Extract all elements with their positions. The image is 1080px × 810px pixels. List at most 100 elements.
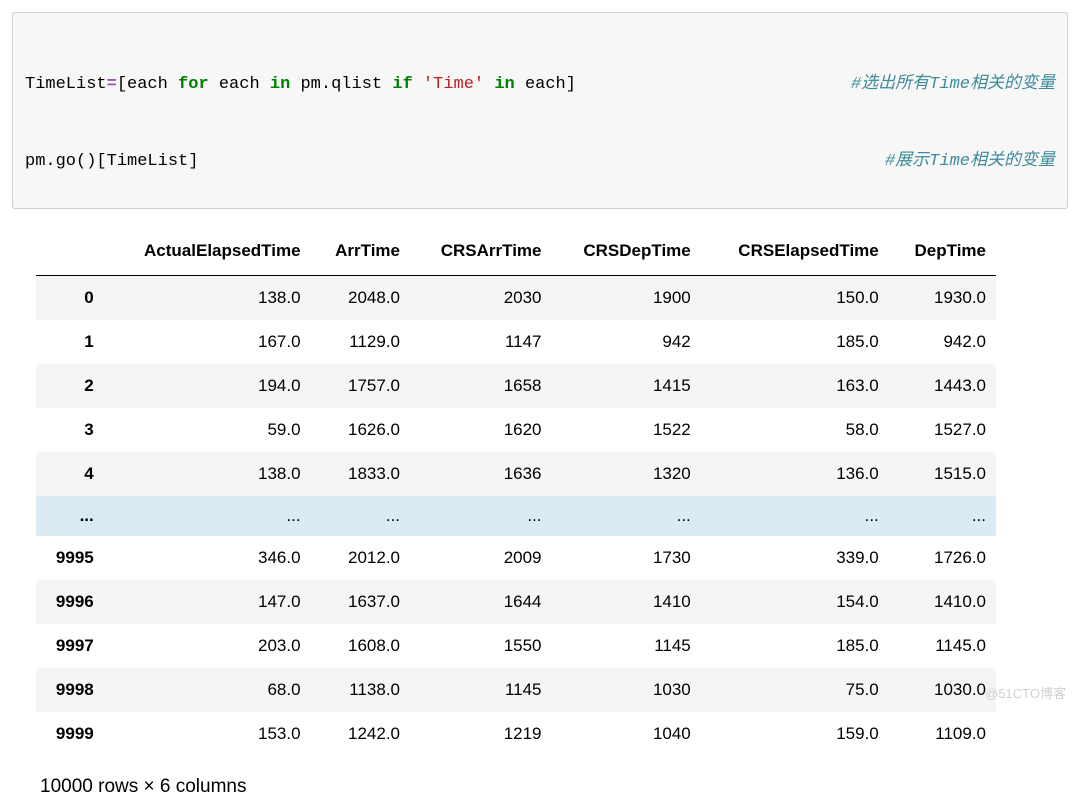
row-index: 0 — [36, 275, 104, 320]
cell: 163.0 — [701, 364, 889, 408]
code-line-1-comment: #选出所有Time相关的变量 — [851, 72, 1055, 98]
column-header: CRSElapsedTime — [701, 229, 889, 276]
table-row: 1167.01129.01147942185.0942.0 — [36, 320, 996, 364]
cell: 1410.0 — [889, 580, 996, 624]
cell: 1930.0 — [889, 275, 996, 320]
table-row: 9999153.01242.012191040159.01109.0 — [36, 712, 996, 756]
row-index: 2 — [36, 364, 104, 408]
row-index: 3 — [36, 408, 104, 452]
row-index: 4 — [36, 452, 104, 496]
cell: 1145 — [552, 624, 701, 668]
row-index: 9995 — [36, 536, 104, 580]
dataframe-body: 0138.02048.020301900150.01930.01167.0112… — [36, 275, 996, 756]
row-index: 9997 — [36, 624, 104, 668]
cell: 1515.0 — [889, 452, 996, 496]
cell: 2012.0 — [311, 536, 410, 580]
cell: 1443.0 — [889, 364, 996, 408]
column-header: DepTime — [889, 229, 996, 276]
cell: 138.0 — [104, 275, 311, 320]
cell: 1040 — [552, 712, 701, 756]
row-index: 9999 — [36, 712, 104, 756]
code-line-1: TimeList=[each for each in pm.qlist if '… — [25, 72, 1055, 98]
cell: 1726.0 — [889, 536, 996, 580]
cell: 1147 — [410, 320, 552, 364]
dataframe-output: ActualElapsedTime ArrTime CRSArrTime CRS… — [12, 229, 1068, 798]
cell: 2048.0 — [311, 275, 410, 320]
cell: ... — [889, 496, 996, 536]
row-index: 9996 — [36, 580, 104, 624]
cell: 1109.0 — [889, 712, 996, 756]
cell: 1527.0 — [889, 408, 996, 452]
cell: 1138.0 — [311, 668, 410, 712]
cell: ... — [104, 496, 311, 536]
dataframe-header: ActualElapsedTime ArrTime CRSArrTime CRS… — [36, 229, 996, 276]
column-header: CRSArrTime — [410, 229, 552, 276]
cell: 1415 — [552, 364, 701, 408]
cell: 1410 — [552, 580, 701, 624]
table-row: 9996147.01637.016441410154.01410.0 — [36, 580, 996, 624]
cell: 1757.0 — [311, 364, 410, 408]
column-header: ArrTime — [311, 229, 410, 276]
table-row: 999868.01138.01145103075.01030.0 — [36, 668, 996, 712]
column-header: ActualElapsedTime — [104, 229, 311, 276]
cell: 68.0 — [104, 668, 311, 712]
code-line-2-code: pm.go()[TimeList] — [25, 149, 198, 175]
cell: 58.0 — [701, 408, 889, 452]
table-row: 2194.01757.016581415163.01443.0 — [36, 364, 996, 408]
dataframe-summary: 10000 rows × 6 columns — [36, 756, 1068, 798]
cell: 339.0 — [701, 536, 889, 580]
cell: 1636 — [410, 452, 552, 496]
cell: 185.0 — [701, 320, 889, 364]
cell: 1637.0 — [311, 580, 410, 624]
cell: 1550 — [410, 624, 552, 668]
cell: 136.0 — [701, 452, 889, 496]
code-line-2-comment: #展示Time相关的变量 — [885, 149, 1055, 175]
cell: 1030 — [552, 668, 701, 712]
cell: 203.0 — [104, 624, 311, 668]
cell: 1522 — [552, 408, 701, 452]
cell: 1219 — [410, 712, 552, 756]
watermark: @51CTO博客 — [985, 683, 1066, 702]
cell: 1833.0 — [311, 452, 410, 496]
cell: 153.0 — [104, 712, 311, 756]
row-index: ... — [36, 496, 104, 536]
code-cell: TimeList=[each for each in pm.qlist if '… — [12, 12, 1068, 209]
cell: 1320 — [552, 452, 701, 496]
cell: 1626.0 — [311, 408, 410, 452]
table-row: 359.01626.01620152258.01527.0 — [36, 408, 996, 452]
cell: 2009 — [410, 536, 552, 580]
cell: 1145 — [410, 668, 552, 712]
cell: 942.0 — [889, 320, 996, 364]
table-row: 9995346.02012.020091730339.01726.0 — [36, 536, 996, 580]
table-row: ..................... — [36, 496, 996, 536]
cell: ... — [552, 496, 701, 536]
cell: 1658 — [410, 364, 552, 408]
cell: 167.0 — [104, 320, 311, 364]
cell: 942 — [552, 320, 701, 364]
cell: 1242.0 — [311, 712, 410, 756]
cell: ... — [311, 496, 410, 536]
cell: 154.0 — [701, 580, 889, 624]
cell: 1620 — [410, 408, 552, 452]
cell: ... — [410, 496, 552, 536]
cell: 2030 — [410, 275, 552, 320]
cell: 1730 — [552, 536, 701, 580]
cell: 150.0 — [701, 275, 889, 320]
code-line-1-code: TimeList=[each for each in pm.qlist if '… — [25, 72, 576, 98]
index-header — [36, 229, 104, 276]
cell: 1030.0 — [889, 668, 996, 712]
cell: 138.0 — [104, 452, 311, 496]
dataframe-table: ActualElapsedTime ArrTime CRSArrTime CRS… — [36, 229, 996, 756]
table-row: 0138.02048.020301900150.01930.0 — [36, 275, 996, 320]
cell: ... — [701, 496, 889, 536]
column-header: CRSDepTime — [552, 229, 701, 276]
cell: 159.0 — [701, 712, 889, 756]
row-index: 9998 — [36, 668, 104, 712]
cell: 1129.0 — [311, 320, 410, 364]
code-line-2: pm.go()[TimeList] #展示Time相关的变量 — [25, 149, 1055, 175]
header-row: ActualElapsedTime ArrTime CRSArrTime CRS… — [36, 229, 996, 276]
cell: 346.0 — [104, 536, 311, 580]
table-row: 4138.01833.016361320136.01515.0 — [36, 452, 996, 496]
cell: 185.0 — [701, 624, 889, 668]
cell: 194.0 — [104, 364, 311, 408]
